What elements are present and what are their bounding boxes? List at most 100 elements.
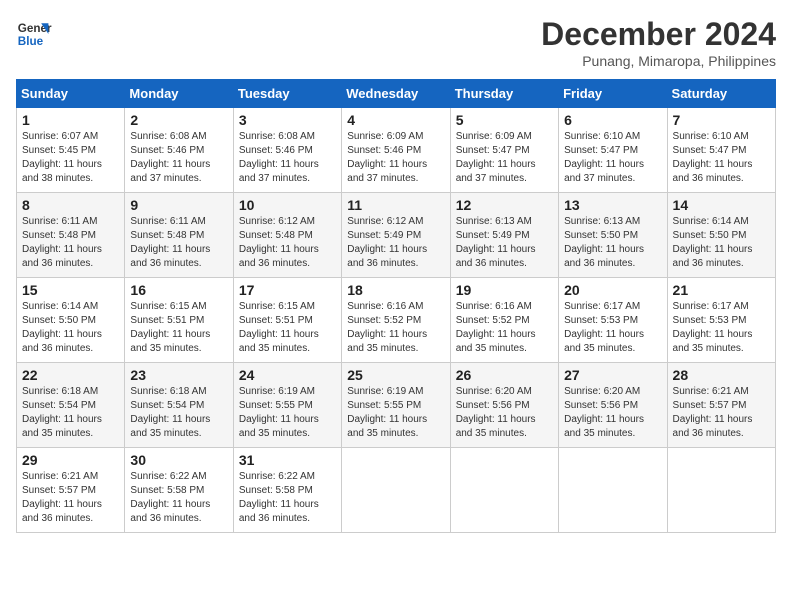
- day-number: 29: [22, 452, 119, 468]
- day-info: Sunrise: 6:09 AM Sunset: 5:46 PM Dayligh…: [347, 130, 444, 186]
- calendar-cell: 20 Sunrise: 6:17 AM Sunset: 5:53 PM Dayli…: [559, 278, 667, 363]
- day-info: Sunrise: 6:16 AM Sunset: 5:52 PM Dayligh…: [456, 300, 553, 356]
- day-info: Sunrise: 6:13 AM Sunset: 5:50 PM Dayligh…: [564, 215, 661, 271]
- day-number: 21: [673, 282, 770, 298]
- calendar-cell: [450, 448, 558, 533]
- day-info: Sunrise: 6:17 AM Sunset: 5:53 PM Dayligh…: [564, 300, 661, 356]
- day-number: 7: [673, 112, 770, 128]
- page-subtitle: Punang, Mimaropa, Philippines: [541, 53, 776, 69]
- calendar-cell: 25 Sunrise: 6:19 AM Sunset: 5:55 PM Dayli…: [342, 363, 450, 448]
- day-info: Sunrise: 6:11 AM Sunset: 5:48 PM Dayligh…: [22, 215, 119, 271]
- day-number: 11: [347, 197, 444, 213]
- day-info: Sunrise: 6:19 AM Sunset: 5:55 PM Dayligh…: [239, 385, 336, 441]
- title-block: December 2024 Punang, Mimaropa, Philippi…: [541, 16, 776, 69]
- calendar-cell: 24Sunrise: 6:19 AM Sunset: 5:55 PM Dayli…: [233, 363, 341, 448]
- day-info: Sunrise: 6:14 AM Sunset: 5:50 PM Dayligh…: [22, 300, 119, 356]
- day-number: 27: [564, 367, 661, 383]
- day-info: Sunrise: 6:21 AM Sunset: 5:57 PM Dayligh…: [22, 470, 119, 526]
- calendar-cell: 11 Sunrise: 6:12 AM Sunset: 5:49 PM Dayli…: [342, 193, 450, 278]
- calendar-week-row: 29 Sunrise: 6:21 AM Sunset: 5:57 PM Dayli…: [17, 448, 776, 533]
- day-info: Sunrise: 6:18 AM Sunset: 5:54 PM Dayligh…: [22, 385, 119, 441]
- calendar-cell: 15 Sunrise: 6:14 AM Sunset: 5:50 PM Dayli…: [17, 278, 125, 363]
- day-info: Sunrise: 6:15 AM Sunset: 5:51 PM Dayligh…: [130, 300, 227, 356]
- calendar-cell: 17 Sunrise: 6:15 AM Sunset: 5:51 PM Dayli…: [233, 278, 341, 363]
- calendar-header-cell: Monday: [125, 80, 233, 108]
- day-info: Sunrise: 6:12 AM Sunset: 5:48 PM Dayligh…: [239, 215, 336, 271]
- day-number: 10: [239, 197, 336, 213]
- day-info: Sunrise: 6:22 AM Sunset: 5:58 PM Dayligh…: [239, 470, 336, 526]
- svg-text:Blue: Blue: [18, 35, 44, 48]
- logo: General Blue: [16, 16, 52, 52]
- calendar-cell: 9 Sunrise: 6:11 AM Sunset: 5:48 PM Daylig…: [125, 193, 233, 278]
- calendar-cell: 5Sunrise: 6:09 AM Sunset: 5:47 PM Daylig…: [450, 108, 558, 193]
- day-info: Sunrise: 6:21 AM Sunset: 5:57 PM Dayligh…: [673, 385, 770, 441]
- day-info: Sunrise: 6:20 AM Sunset: 5:56 PM Dayligh…: [456, 385, 553, 441]
- day-info: Sunrise: 6:15 AM Sunset: 5:51 PM Dayligh…: [239, 300, 336, 356]
- calendar-cell: [559, 448, 667, 533]
- calendar-table: SundayMondayTuesdayWednesdayThursdayFrid…: [16, 79, 776, 533]
- day-number: 28: [673, 367, 770, 383]
- calendar-cell: 14Sunrise: 6:14 AM Sunset: 5:50 PM Dayli…: [667, 193, 775, 278]
- day-info: Sunrise: 6:11 AM Sunset: 5:48 PM Dayligh…: [130, 215, 227, 271]
- day-info: Sunrise: 6:17 AM Sunset: 5:53 PM Dayligh…: [673, 300, 770, 356]
- day-number: 13: [564, 197, 661, 213]
- calendar-header-cell: Saturday: [667, 80, 775, 108]
- day-number: 22: [22, 367, 119, 383]
- day-number: 12: [456, 197, 553, 213]
- day-info: Sunrise: 6:08 AM Sunset: 5:46 PM Dayligh…: [130, 130, 227, 186]
- calendar-cell: 31 Sunrise: 6:22 AM Sunset: 5:58 PM Dayli…: [233, 448, 341, 533]
- calendar-cell: 19 Sunrise: 6:16 AM Sunset: 5:52 PM Dayli…: [450, 278, 558, 363]
- day-number: 18: [347, 282, 444, 298]
- calendar-cell: 30Sunrise: 6:22 AM Sunset: 5:58 PM Dayli…: [125, 448, 233, 533]
- page-header: General Blue December 2024 Punang, Mimar…: [16, 16, 776, 69]
- day-number: 23: [130, 367, 227, 383]
- calendar-cell: 26 Sunrise: 6:20 AM Sunset: 5:56 PM Dayli…: [450, 363, 558, 448]
- day-info: Sunrise: 6:19 AM Sunset: 5:55 PM Dayligh…: [347, 385, 444, 441]
- calendar-cell: 28 Sunrise: 6:21 AM Sunset: 5:57 PM Dayli…: [667, 363, 775, 448]
- calendar-cell: 4 Sunrise: 6:09 AM Sunset: 5:46 PM Daylig…: [342, 108, 450, 193]
- calendar-cell: 22 Sunrise: 6:18 AM Sunset: 5:54 PM Dayli…: [17, 363, 125, 448]
- calendar-header-cell: Sunday: [17, 80, 125, 108]
- calendar-cell: 18Sunrise: 6:16 AM Sunset: 5:52 PM Dayli…: [342, 278, 450, 363]
- calendar-cell: 1 Sunrise: 6:07 AM Sunset: 5:45 PM Daylig…: [17, 108, 125, 193]
- day-number: 8: [22, 197, 119, 213]
- calendar-cell: 12 Sunrise: 6:13 AM Sunset: 5:49 PM Dayli…: [450, 193, 558, 278]
- calendar-cell: 2 Sunrise: 6:08 AM Sunset: 5:46 PM Daylig…: [125, 108, 233, 193]
- calendar-cell: 7Sunrise: 6:10 AM Sunset: 5:47 PM Daylig…: [667, 108, 775, 193]
- day-number: 26: [456, 367, 553, 383]
- day-number: 1: [22, 112, 119, 128]
- day-info: Sunrise: 6:12 AM Sunset: 5:49 PM Dayligh…: [347, 215, 444, 271]
- calendar-cell: 16Sunrise: 6:15 AM Sunset: 5:51 PM Dayli…: [125, 278, 233, 363]
- day-number: 31: [239, 452, 336, 468]
- day-number: 19: [456, 282, 553, 298]
- day-info: Sunrise: 6:07 AM Sunset: 5:45 PM Dayligh…: [22, 130, 119, 186]
- day-number: 4: [347, 112, 444, 128]
- calendar-cell: 23 Sunrise: 6:18 AM Sunset: 5:54 PM Dayli…: [125, 363, 233, 448]
- day-info: Sunrise: 6:10 AM Sunset: 5:47 PM Dayligh…: [564, 130, 661, 186]
- day-info: Sunrise: 6:13 AM Sunset: 5:49 PM Dayligh…: [456, 215, 553, 271]
- calendar-header-cell: Tuesday: [233, 80, 341, 108]
- calendar-cell: 10 Sunrise: 6:12 AM Sunset: 5:48 PM Dayli…: [233, 193, 341, 278]
- day-number: 2: [130, 112, 227, 128]
- day-number: 20: [564, 282, 661, 298]
- day-number: 3: [239, 112, 336, 128]
- calendar-cell: 27 Sunrise: 6:20 AM Sunset: 5:56 PM Dayli…: [559, 363, 667, 448]
- calendar-cell: 13 Sunrise: 6:13 AM Sunset: 5:50 PM Dayli…: [559, 193, 667, 278]
- calendar-week-row: 8 Sunrise: 6:11 AM Sunset: 5:48 PM Daylig…: [17, 193, 776, 278]
- calendar-week-row: 1 Sunrise: 6:07 AM Sunset: 5:45 PM Daylig…: [17, 108, 776, 193]
- calendar-header-cell: Friday: [559, 80, 667, 108]
- day-number: 17: [239, 282, 336, 298]
- calendar-cell: [342, 448, 450, 533]
- calendar-cell: [667, 448, 775, 533]
- day-info: Sunrise: 6:14 AM Sunset: 5:50 PM Dayligh…: [673, 215, 770, 271]
- day-info: Sunrise: 6:20 AM Sunset: 5:56 PM Dayligh…: [564, 385, 661, 441]
- day-number: 9: [130, 197, 227, 213]
- calendar-cell: 29 Sunrise: 6:21 AM Sunset: 5:57 PM Dayli…: [17, 448, 125, 533]
- calendar-cell: 6Sunrise: 6:10 AM Sunset: 5:47 PM Daylig…: [559, 108, 667, 193]
- day-info: Sunrise: 6:18 AM Sunset: 5:54 PM Dayligh…: [130, 385, 227, 441]
- calendar-header-cell: Wednesday: [342, 80, 450, 108]
- day-number: 30: [130, 452, 227, 468]
- day-number: 15: [22, 282, 119, 298]
- day-number: 25: [347, 367, 444, 383]
- logo-icon: General Blue: [16, 16, 52, 52]
